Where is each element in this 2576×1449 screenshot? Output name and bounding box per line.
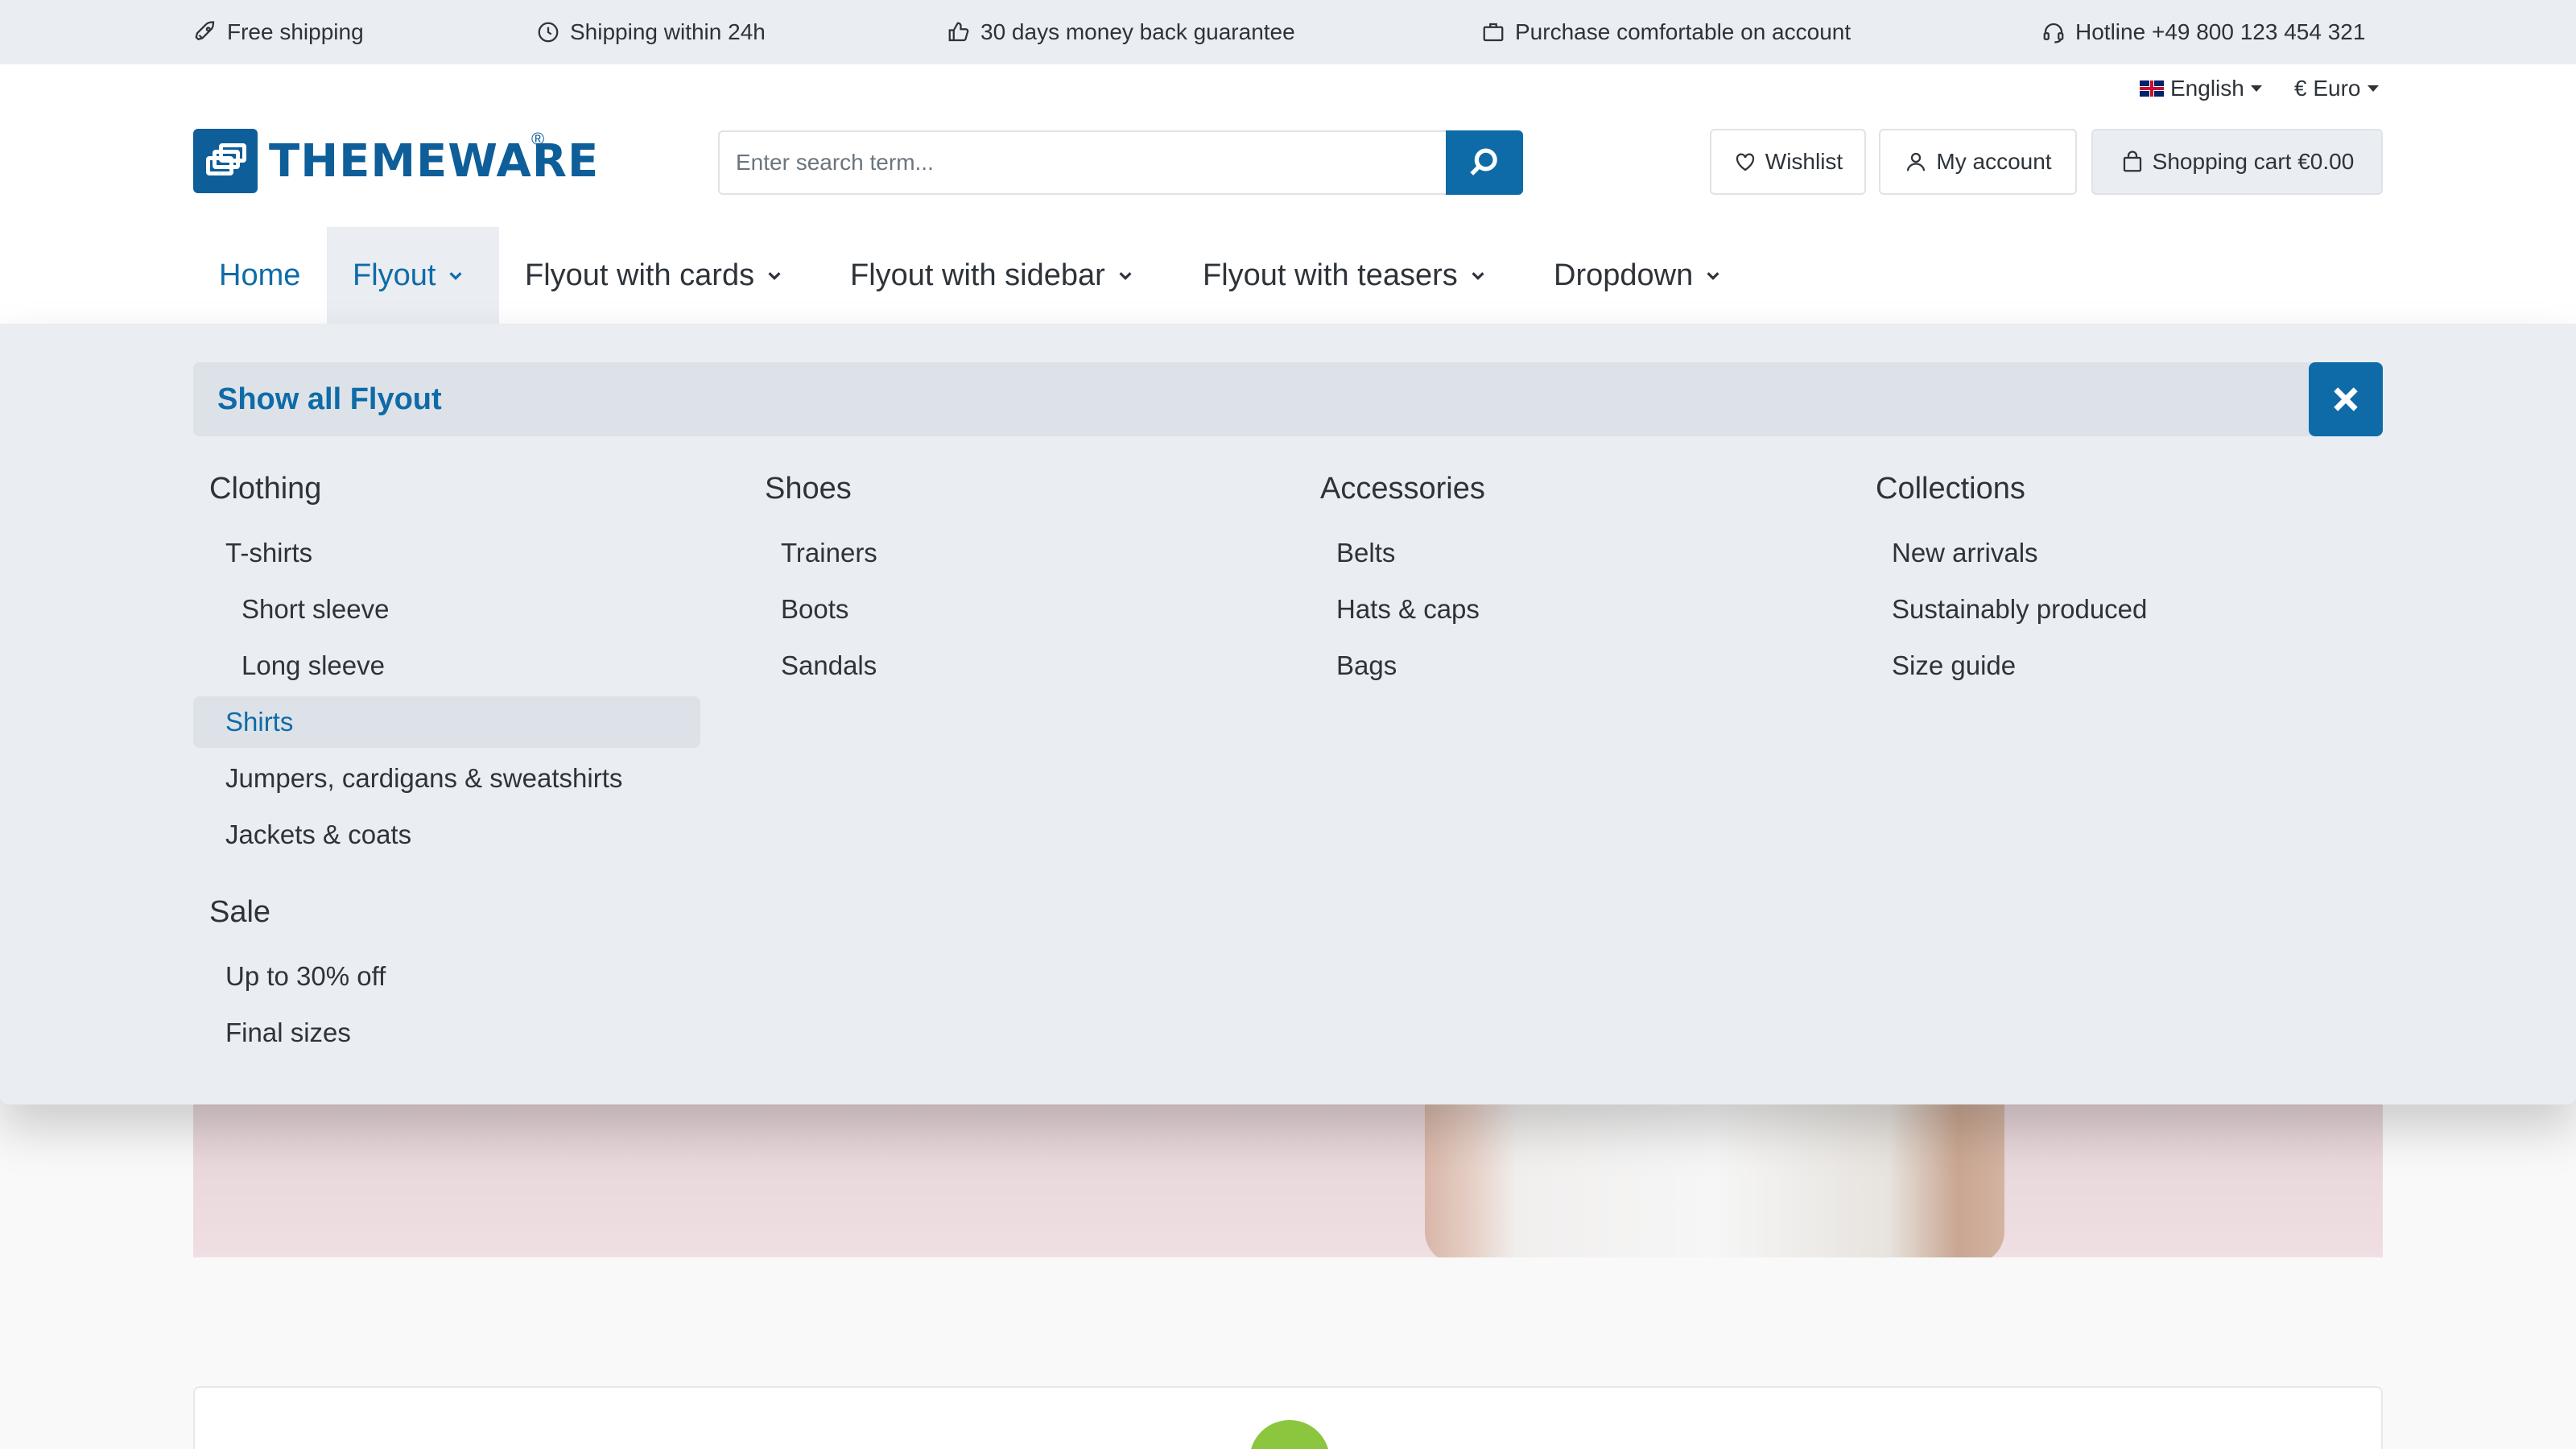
flyout-column-clothing: Clothing T-shirts Short sleeve Long slee… (193, 452, 700, 1061)
category-sale[interactable]: Sale (193, 876, 700, 948)
link-trainers[interactable]: Trainers (749, 525, 1256, 581)
link-jackets-coats[interactable]: Jackets & coats (193, 807, 700, 863)
close-icon (2334, 387, 2358, 411)
search-button[interactable] (1446, 130, 1523, 195)
usp-label: Shipping within 24h (570, 19, 766, 44)
category-accessories[interactable]: Accessories (1304, 452, 1811, 525)
headset-icon (2043, 23, 2064, 43)
flyout-column-shoes: Shoes Trainers Boots Sandals (749, 452, 1256, 694)
usp-label: Purchase comfortable on account (1515, 19, 1852, 44)
link-new-arrivals[interactable]: New arrivals (1860, 525, 2367, 581)
link-long-sleeve[interactable]: Long sleeve (193, 638, 700, 694)
usp-purchase-account: Purchase comfortable on account (1481, 0, 1851, 64)
category-clothing[interactable]: Clothing (193, 452, 700, 525)
usp-label: 30 days money back guarantee (980, 19, 1295, 44)
nav-item-dropdown[interactable]: Dropdown (1528, 227, 1748, 324)
link-short-sleeve[interactable]: Short sleeve (193, 581, 700, 638)
nav-item-flyout-with-sidebar[interactable]: Flyout with sidebar (824, 227, 1160, 324)
my-account-button[interactable]: My account (1879, 129, 2077, 195)
uk-flag-icon (2140, 80, 2164, 97)
nav-label: Flyout with cards (525, 258, 755, 292)
nav-item-flyout-with-cards[interactable]: Flyout with cards (499, 227, 809, 324)
flyout-column-collections: Collections New arrivals Sustainably pro… (1860, 452, 2367, 694)
bag-icon (2123, 151, 2141, 172)
link-jumpers[interactable]: Jumpers, cardigans & sweatshirts (193, 750, 700, 807)
hero-banner (193, 1087, 2383, 1257)
chevron-down-icon (1472, 272, 1484, 280)
flyout-menu: Show all Flyout Clothing T-shirts Short … (0, 324, 2576, 1104)
link-sustainably-produced[interactable]: Sustainably produced (1860, 581, 2367, 638)
badge-circle-icon (1249, 1420, 1330, 1449)
chevron-down-icon (1707, 272, 1719, 280)
link-size-guide[interactable]: Size guide (1860, 638, 2367, 694)
nav-item-flyout[interactable]: Flyout (327, 227, 499, 324)
chevron-down-icon (768, 272, 781, 280)
rocket-icon (195, 21, 215, 40)
nav-item-flyout-with-teasers[interactable]: Flyout with teasers (1177, 227, 1513, 324)
account-label: My account (1936, 149, 2052, 174)
hero-image (1425, 1087, 2004, 1257)
link-final-sizes[interactable]: Final sizes (193, 1005, 700, 1061)
chevron-down-icon (1119, 272, 1132, 280)
flyout-column-accessories: Accessories Belts Hats & caps Bags (1304, 452, 1811, 694)
link-boots[interactable]: Boots (749, 581, 1256, 638)
caret-down-icon (2367, 85, 2379, 92)
usp-money-back: 30 days money back guarantee (947, 0, 1295, 64)
link-belts[interactable]: Belts (1304, 525, 1811, 581)
usp-hotline: Hotline +49 800 123 454 321 (2041, 0, 2365, 64)
link-t-shirts[interactable]: T-shirts (193, 525, 700, 581)
search-icon (1470, 148, 1497, 175)
usp-shipping-24h: Shipping within 24h (536, 0, 766, 64)
content-card (193, 1386, 2383, 1449)
language-switcher[interactable]: English (2140, 72, 2262, 105)
user-icon (1907, 152, 1926, 171)
logo-registered-mark: ® (531, 129, 545, 149)
top-bar: Free shipping Shipping within 24h 30 day… (0, 0, 2576, 64)
nav-label: Flyout with teasers (1203, 258, 1458, 292)
heart-icon (1736, 153, 1754, 171)
currency-switcher[interactable]: € Euro (2294, 72, 2379, 105)
link-up-to-30-off[interactable]: Up to 30% off (193, 948, 700, 1005)
logo-mark-icon (193, 129, 258, 193)
chevron-down-icon (449, 272, 463, 280)
link-hats-caps[interactable]: Hats & caps (1304, 581, 1811, 638)
show-all-label: Show all Flyout (217, 382, 442, 416)
nav-label: Dropdown (1554, 258, 1694, 292)
nav-label: Flyout (353, 258, 436, 292)
cart-label: Shopping cart €0.00 (2152, 149, 2355, 174)
search-input[interactable] (718, 130, 1446, 195)
briefcase-icon (1483, 23, 1504, 42)
wishlist-label: Wishlist (1765, 149, 1843, 174)
nav-label: Home (219, 258, 301, 292)
currency-label: € Euro (2294, 76, 2361, 101)
category-collections[interactable]: Collections (1860, 452, 2367, 525)
wishlist-button[interactable]: Wishlist (1710, 129, 1866, 195)
link-shirts[interactable]: Shirts (193, 696, 700, 748)
nav-item-home[interactable]: Home (193, 227, 326, 324)
thumbs-up-icon (948, 22, 969, 42)
search-form (718, 130, 1523, 195)
close-flyout-button[interactable] (2309, 362, 2383, 436)
usp-free-shipping: Free shipping (193, 0, 364, 64)
nav-label: Flyout with sidebar (850, 258, 1105, 292)
shopping-cart-button[interactable]: Shopping cart €0.00 (2091, 129, 2383, 195)
clock-icon (538, 22, 559, 43)
language-label: English (2170, 76, 2244, 101)
caret-down-icon (2250, 85, 2262, 92)
usp-label: Free shipping (227, 19, 364, 44)
logo-text: THEMEWARE (269, 134, 600, 188)
show-all-link[interactable]: Show all Flyout (193, 362, 2383, 436)
link-bags[interactable]: Bags (1304, 638, 1811, 694)
link-sandals[interactable]: Sandals (749, 638, 1256, 694)
category-shoes[interactable]: Shoes (749, 452, 1256, 525)
usp-label: Hotline +49 800 123 454 321 (2075, 19, 2366, 44)
